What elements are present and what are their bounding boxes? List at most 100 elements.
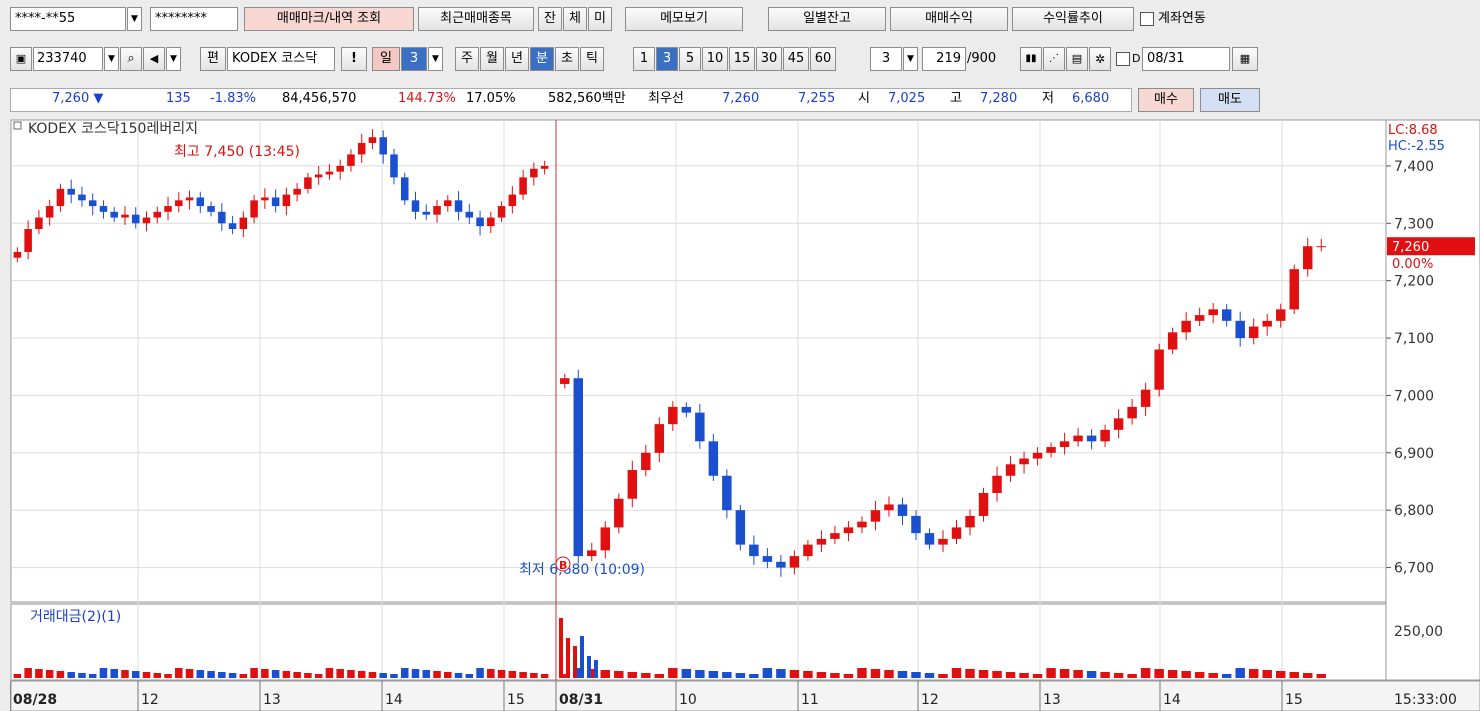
period-tab-4[interactable]: 초	[555, 47, 579, 71]
volume-bar	[1100, 672, 1110, 678]
time-label: 14	[385, 692, 403, 708]
candle-body	[35, 217, 43, 230]
volume-bar	[379, 673, 387, 678]
volume-bar	[1019, 673, 1029, 678]
volume-bar	[580, 636, 584, 678]
balance-button[interactable]: 잔	[538, 7, 562, 31]
period-n-button[interactable]: 3	[401, 47, 427, 71]
fill-button[interactable]: 체	[563, 7, 587, 31]
volume-bar	[641, 673, 651, 678]
best-quote-label: 최우선	[648, 91, 684, 106]
volume-bar	[1154, 669, 1164, 678]
volume-bar	[35, 669, 43, 678]
interval-tab-5[interactable]: 5	[679, 47, 701, 71]
volume-bar	[965, 669, 975, 678]
calendar-icon[interactable]: ▦	[1232, 47, 1258, 71]
candle-body	[1316, 246, 1326, 248]
volume-bar	[1221, 674, 1232, 678]
price-plot-area[interactable]	[10, 119, 1387, 603]
candle-body	[444, 200, 452, 207]
interval-tab-10[interactable]: 10	[702, 47, 728, 71]
candle-body	[843, 527, 854, 534]
volume-bar	[304, 673, 312, 678]
account-link-checkbox[interactable]	[1140, 12, 1154, 26]
bars-input[interactable]: 219	[922, 47, 966, 71]
profit-trend-button[interactable]: 수익률추이	[1012, 7, 1134, 31]
edit-button[interactable]: 편	[200, 47, 226, 71]
line-tool-icon[interactable]: ⋰	[1043, 47, 1065, 71]
daily-balance-button[interactable]: 일별잔고	[768, 7, 886, 31]
period-tab-5[interactable]: 틱	[580, 47, 604, 71]
date-input[interactable]: 08/31	[1142, 47, 1230, 71]
volume-bar	[776, 669, 786, 678]
volume-bar	[508, 671, 517, 678]
volume-bar	[1235, 668, 1245, 678]
count-dropdown-icon[interactable]: ▼	[903, 47, 918, 71]
period-tab-2[interactable]: 년	[505, 47, 529, 71]
trade-amount: 582,560백만	[548, 91, 626, 106]
candle-type-icon[interactable]: ▮▮	[1020, 47, 1042, 71]
period-tab-3[interactable]: 분	[530, 47, 554, 71]
period-tab-1[interactable]: 월	[480, 47, 504, 71]
period-dropdown-icon[interactable]: ▼	[428, 47, 443, 71]
save-icon[interactable]: ▤	[1066, 47, 1088, 71]
count-input[interactable]: 3	[870, 47, 902, 71]
speaker-dropdown-icon[interactable]: ▼	[166, 47, 181, 71]
search-icon[interactable]: ⌕	[120, 47, 142, 71]
volume-bar	[857, 668, 867, 678]
candle-body	[282, 194, 291, 207]
volume-bar	[897, 671, 908, 678]
password-field[interactable]: ********	[150, 7, 238, 31]
candle-body	[1303, 246, 1313, 270]
buy-button[interactable]: 매수	[1138, 88, 1194, 112]
interval-tab-60[interactable]: 60	[810, 47, 836, 71]
alert-button[interactable]: !	[341, 47, 367, 71]
trade-mark-button[interactable]: 매매마크/내역 조회	[244, 7, 414, 31]
candle-body	[164, 206, 172, 212]
price-chart[interactable]: 08/28 12 13 14 15 08/31 10 11 12 13 14 15 15:33:00 7,…	[10, 118, 1480, 711]
volume-bar	[153, 673, 162, 678]
high-label: 고	[950, 91, 962, 106]
volume-bar	[1005, 672, 1016, 678]
volume-bar	[454, 673, 463, 678]
time-label: 14	[1163, 692, 1181, 708]
volume-bar	[13, 674, 22, 678]
volume-bar	[433, 671, 441, 678]
volume-bar	[951, 668, 962, 678]
candle-body	[1059, 441, 1070, 448]
interval-tab-3[interactable]: 3	[656, 47, 678, 71]
interval-tab-30[interactable]: 30	[756, 47, 782, 71]
period-tab-0[interactable]: 주	[455, 47, 479, 71]
volume-bar	[88, 674, 97, 678]
trade-profit-button[interactable]: 매매수익	[890, 7, 1008, 31]
candle-body	[1221, 309, 1232, 321]
time-label: 13	[263, 692, 281, 708]
interval-tab-45[interactable]: 45	[783, 47, 809, 71]
account-select[interactable]: ****-**55	[10, 7, 126, 31]
low-price: 6,680	[1072, 91, 1110, 106]
sell-button[interactable]: 매도	[1200, 88, 1260, 112]
account-dropdown-icon[interactable]: ▼	[127, 7, 142, 31]
gear-icon[interactable]: ✲	[1089, 47, 1111, 71]
volume-bar	[250, 668, 258, 678]
speaker-icon[interactable]: ◀	[143, 47, 165, 71]
recent-trades-button[interactable]: 최근매매종목	[418, 7, 534, 31]
memo-button[interactable]: 메모보기	[625, 7, 743, 31]
stock-code-input[interactable]: 233740	[33, 47, 103, 71]
interval-tab-1[interactable]: 1	[633, 47, 655, 71]
candle-body	[627, 470, 638, 499]
candle-body	[1086, 435, 1097, 442]
time-label: 12	[921, 692, 939, 708]
interval-tab-15[interactable]: 15	[729, 47, 755, 71]
volume-plot-area[interactable]	[10, 603, 1387, 681]
candle-body	[762, 556, 773, 562]
unfilled-button[interactable]: 미	[588, 7, 612, 31]
candle-body	[142, 217, 151, 224]
d-checkbox[interactable]	[1116, 52, 1130, 66]
volume-bar	[1194, 672, 1205, 678]
period-day-button[interactable]: 일	[372, 47, 400, 71]
candle-body	[884, 504, 894, 511]
layout-icon[interactable]: ▣	[10, 47, 32, 71]
code-dropdown-icon[interactable]: ▼	[104, 47, 119, 71]
price-tick-label: 7,400	[1394, 159, 1434, 175]
